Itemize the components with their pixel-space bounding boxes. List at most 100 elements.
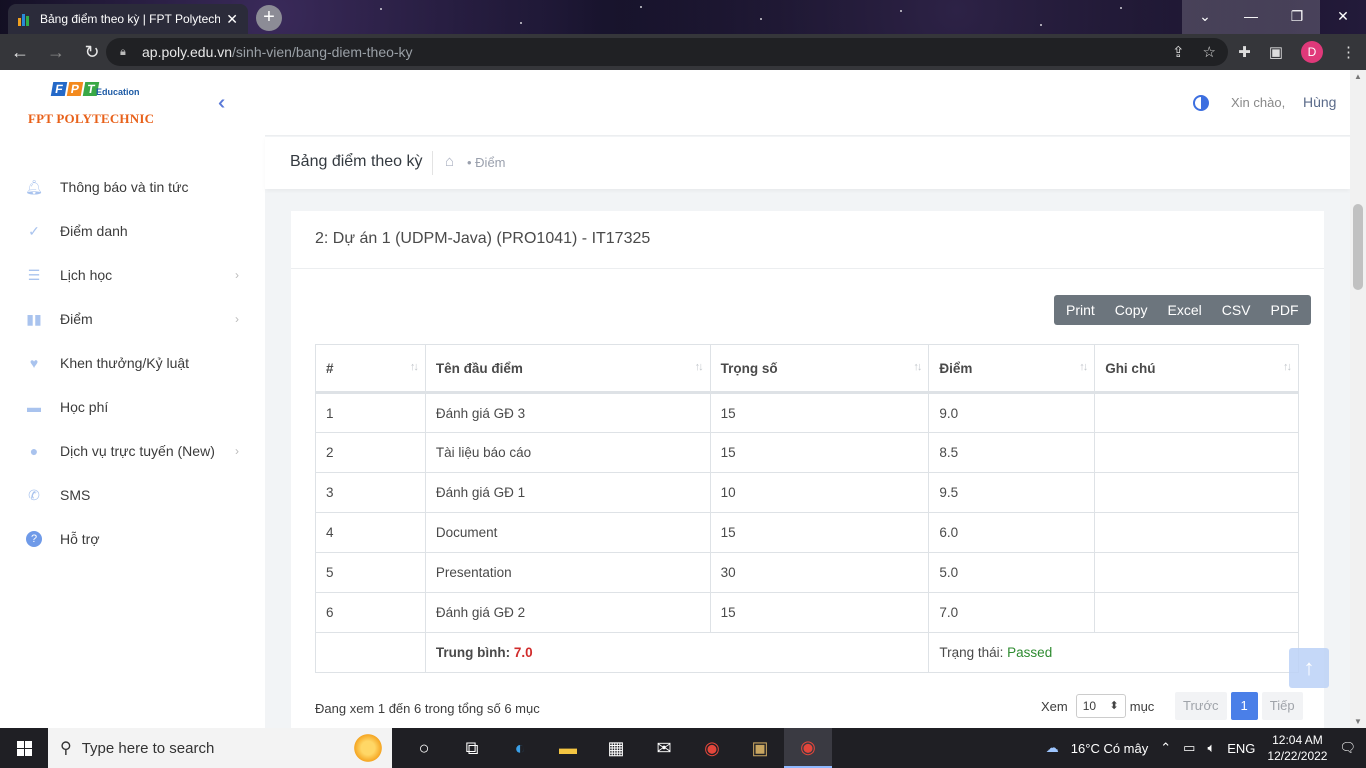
chrome-icon[interactable]: ◉	[688, 728, 736, 768]
tab-search-icon[interactable]: ⌄	[1182, 0, 1228, 34]
address-bar[interactable]: 🔒︎ ap.poly.edu.vn/sinh-vien/bang-diem-th…	[106, 38, 1228, 66]
sidebar-item-label: Dịch vụ trực tuyến (New)	[60, 443, 215, 459]
volume-icon[interactable]: 🔈︎	[1207, 740, 1215, 756]
extensions-icon[interactable]: ✚	[1238, 43, 1251, 61]
logo-letter-f: F	[50, 82, 68, 96]
logo-letter-p: P	[66, 82, 84, 96]
file-explorer-icon[interactable]: ▬	[544, 728, 592, 768]
tray-expand-icon[interactable]: ⌃	[1160, 740, 1171, 756]
column-header-weight[interactable]: Trọng số ↑↓	[709, 344, 930, 394]
side-panel-icon[interactable]: ▣	[1269, 43, 1283, 61]
page-length-select[interactable]: 10	[1075, 694, 1126, 718]
home-icon[interactable]: ⌂	[445, 153, 454, 170]
average-cell: Trung bình: 7.0	[424, 632, 930, 673]
chevron-right-icon: ›	[235, 444, 239, 458]
restore-icon[interactable]: ❐	[1274, 0, 1320, 34]
profile-avatar[interactable]: D	[1301, 41, 1323, 63]
window-controls: ⌄ — ❐ ✕	[1182, 0, 1366, 34]
clock-time: 12:04 AM	[1272, 733, 1323, 747]
new-tab-button[interactable]: +	[256, 5, 282, 31]
sidebar: F P T Education FPT POLYTECHNIC ‹‹ 🔔︎ Th…	[0, 70, 265, 728]
forward-icon[interactable]: →	[40, 42, 72, 63]
sort-icon: ↑↓	[694, 361, 704, 373]
language-indicator[interactable]: ENG	[1227, 741, 1255, 756]
help-icon: ?	[26, 531, 42, 547]
back-icon[interactable]: ←	[4, 42, 36, 63]
notifications-icon[interactable]: 🗨︎	[1339, 740, 1356, 756]
scrollbar-thumb[interactable]	[1353, 204, 1363, 290]
mail-icon[interactable]: ✉	[640, 728, 688, 768]
copy-button[interactable]: Copy	[1107, 295, 1160, 325]
store-icon[interactable]: ▦	[592, 728, 640, 768]
sidebar-item-thong-bao[interactable]: 🔔︎ Thông báo và tin tức	[0, 165, 265, 209]
chrome-profile-icon[interactable]: ◉	[784, 728, 832, 768]
sort-icon: ↑↓	[1079, 361, 1088, 373]
weather-text[interactable]: 16°C Có mây	[1071, 741, 1148, 756]
collapse-sidebar-icon[interactable]: ‹‹	[218, 92, 227, 115]
column-header-number[interactable]: # ↑↓	[315, 344, 426, 394]
sidebar-item-sms[interactable]: ✆ SMS	[0, 473, 265, 517]
summary-empty-cell	[315, 632, 426, 673]
cell-number: 5	[315, 552, 426, 593]
start-button[interactable]	[0, 728, 48, 768]
browser-tab[interactable]: Bảng điểm theo kỳ | FPT Polytech ✕	[8, 4, 248, 34]
next-page-button[interactable]: Tiếp	[1261, 692, 1303, 720]
cell-note	[1094, 512, 1299, 553]
sidebar-item-label: Thông báo và tin tức	[60, 179, 189, 195]
cell-name: Presentation	[424, 552, 711, 593]
sidebar-item-diem-danh[interactable]: ✓ Điểm danh	[0, 209, 265, 253]
windows-taskbar: ⚲ Type here to search ○ ⧉ ◐ ▬ ▦ ✉ ◉ ▣ ◉ …	[0, 728, 1366, 768]
sidebar-item-khen-thuong[interactable]: ♥ Khen thưởng/Kỷ luật	[0, 341, 265, 385]
browser-menu-icon[interactable]: ⋮	[1341, 43, 1356, 61]
cell-number: 6	[315, 592, 426, 633]
cortana-icon[interactable]: ○	[400, 728, 448, 768]
column-header-score[interactable]: Điểm ↑↓	[928, 344, 1096, 394]
scroll-down-icon[interactable]: ▼	[1354, 717, 1362, 726]
page-1-button[interactable]: 1	[1230, 692, 1258, 720]
weather-icon[interactable]: ☁	[1046, 740, 1059, 756]
scroll-to-top-button[interactable]: ↑	[1289, 648, 1329, 688]
system-tray: ☁ 16°C Có mây ⌃ ▭ 🔈︎ ENG 12:04 AM 12/22/…	[1046, 728, 1366, 768]
chevron-right-icon: ›	[235, 268, 239, 282]
check-icon: ✓	[28, 222, 40, 239]
prev-page-button[interactable]: Trước	[1175, 692, 1227, 720]
page-scrollbar[interactable]: ▲ ▼	[1350, 70, 1366, 728]
theme-toggle-icon[interactable]	[1193, 95, 1209, 111]
sidebar-item-dich-vu[interactable]: ● Dịch vụ trực tuyến (New) ›	[0, 429, 265, 473]
lock-icon[interactable]: 🔒︎	[120, 46, 132, 58]
status-cell: Trạng thái: Passed	[928, 632, 1299, 673]
tab-close-icon[interactable]: ✕	[226, 11, 238, 28]
column-header-name[interactable]: Tên đầu điểm ↑↓	[424, 344, 711, 394]
scroll-up-icon[interactable]: ▲	[1354, 72, 1362, 81]
minimize-icon[interactable]: —	[1228, 0, 1274, 34]
fpt-polytechnic-logo[interactable]: F P T Education FPT POLYTECHNIC	[28, 82, 168, 126]
pdf-button[interactable]: PDF	[1263, 295, 1311, 325]
cell-weight: 30	[709, 552, 930, 593]
sidebar-item-diem[interactable]: ▮▮ Điểm ›	[0, 297, 265, 341]
window-close-icon[interactable]: ✕	[1320, 0, 1366, 34]
url-host: ap.poly.edu.vn	[142, 44, 233, 60]
edge-icon[interactable]: ◐	[496, 728, 544, 768]
app-icon[interactable]: ▣	[736, 728, 784, 768]
grade-card: 2: Dự án 1 (UDPM-Java) (PRO1041) - IT173…	[291, 211, 1324, 731]
sidebar-item-ho-tro[interactable]: ? Hỗ trợ	[0, 517, 265, 561]
task-view-icon[interactable]: ⧉	[448, 728, 496, 768]
sidebar-item-hoc-phi[interactable]: ▬ Học phí	[0, 385, 265, 429]
sidebar-item-label: Lịch học	[60, 267, 113, 283]
cell-name: Tài liệu báo cáo	[424, 432, 711, 473]
csv-button[interactable]: CSV	[1214, 295, 1263, 325]
print-button[interactable]: Print	[1054, 295, 1107, 325]
breadcrumb-current: • Điểm	[467, 155, 506, 170]
clock[interactable]: 12:04 AM 12/22/2022	[1267, 732, 1327, 764]
table-row: 3 Đánh giá GĐ 1 10 9.5	[315, 472, 1299, 513]
summary-row: Trung bình: 7.0 Trạng thái: Passed	[315, 632, 1299, 673]
reload-icon[interactable]: ↻	[76, 42, 108, 63]
bookmark-star-icon[interactable]: ☆	[1203, 43, 1216, 61]
column-header-note[interactable]: Ghi chú ↑↓	[1094, 344, 1299, 394]
network-icon[interactable]: ▭	[1183, 740, 1195, 756]
share-icon[interactable]: ⇪	[1172, 43, 1185, 61]
sidebar-item-lich-hoc[interactable]: ☰ Lịch học ›	[0, 253, 265, 297]
user-name[interactable]: Hùng	[1303, 94, 1336, 110]
taskbar-search[interactable]: ⚲ Type here to search	[48, 728, 392, 768]
excel-button[interactable]: Excel	[1159, 295, 1213, 325]
